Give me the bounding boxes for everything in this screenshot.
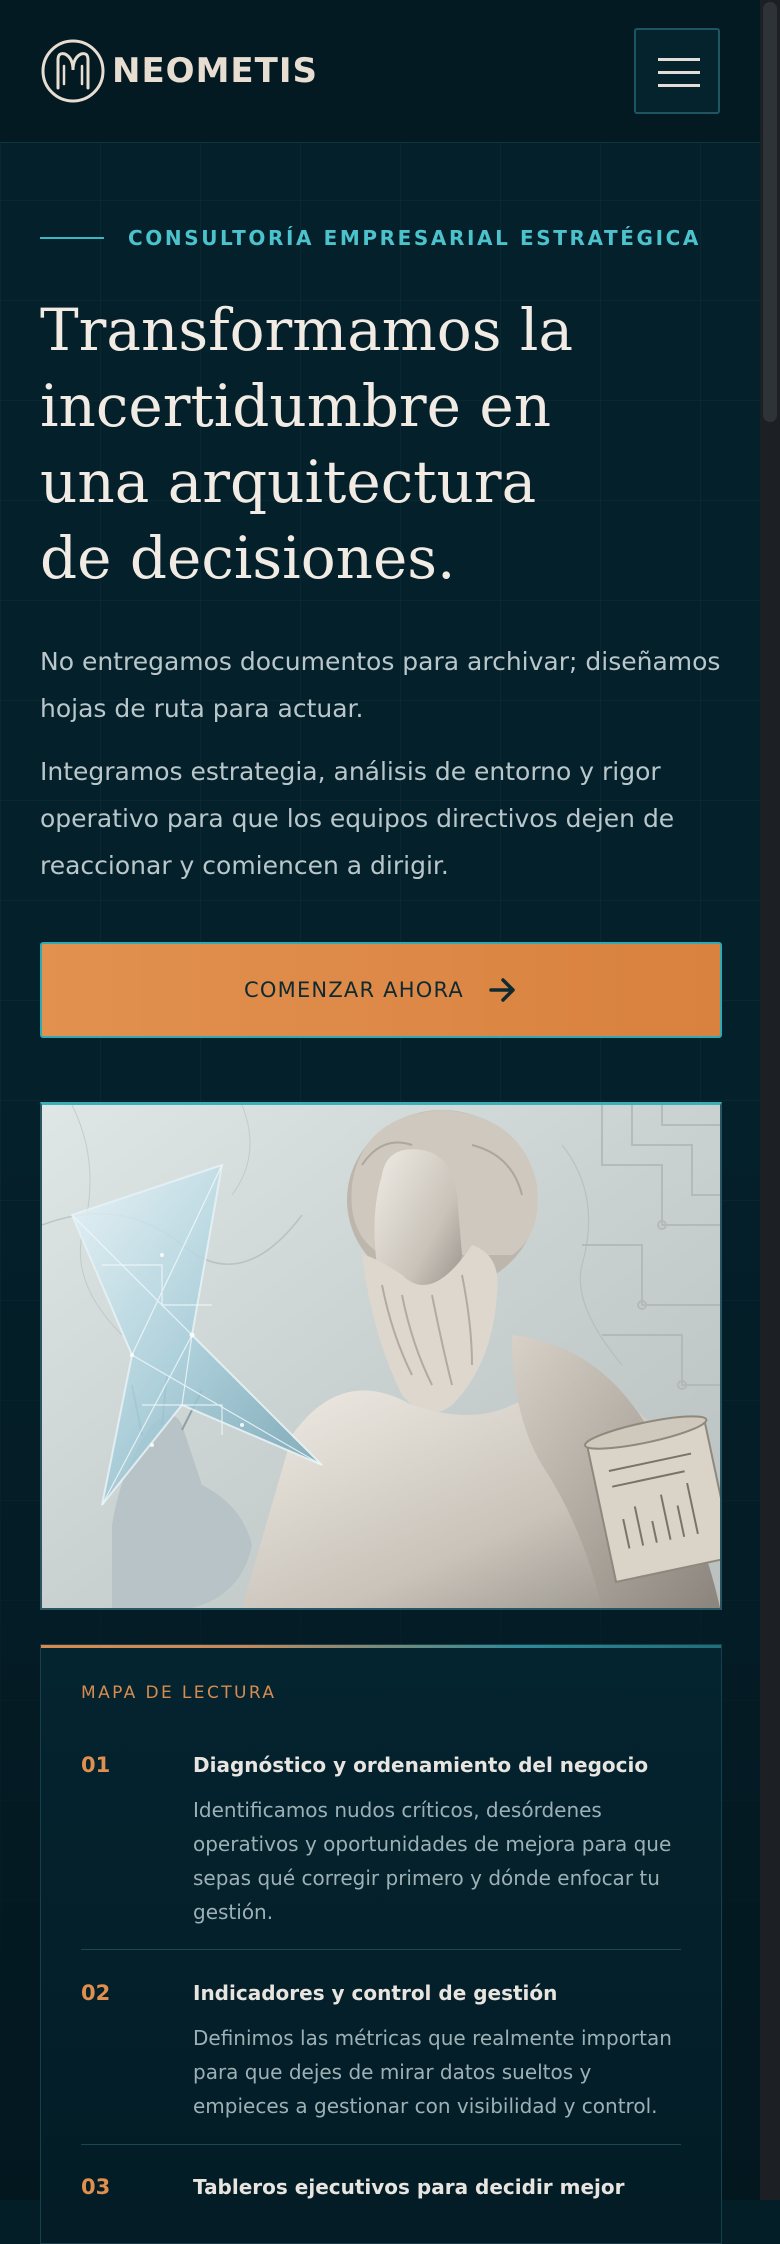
reading-map-item[interactable]: 01 Diagnóstico y ordenamiento del negoci…: [81, 1753, 681, 1943]
item-description-line: Definimos las métricas que realmente imp…: [193, 2026, 672, 2050]
hero-image: [40, 1102, 722, 1610]
item-description-line: para que dejes de mirar datos sueltos y: [193, 2060, 592, 2084]
lead-line: Integramos estrategia, análisis de entor…: [40, 757, 661, 786]
item-description: Definimos las métricas que realmente imp…: [193, 2021, 681, 2123]
neometis-logo-icon: [41, 39, 105, 103]
marble-statue-with-crystal-star-image: [42, 1105, 720, 1608]
hero-title-line: de decisiones.: [40, 524, 456, 592]
item-description-line: empieces a gestionar con visibilidad y c…: [193, 2094, 658, 2118]
reading-map-item[interactable]: 02 Indicadores y control de gestión Defi…: [81, 1981, 681, 2141]
item-description-line: operativos y oportunidades de mejora par…: [193, 1832, 672, 1856]
item-number: 03: [81, 2175, 111, 2199]
hero-eyebrow: CONSULTORÍA EMPRESARIAL ESTRATÉGICA: [40, 226, 701, 250]
item-divider: [81, 1949, 681, 1950]
item-title: Diagnóstico y ordenamiento del negocio: [193, 1753, 649, 1777]
hero-title-line: Transformamos la: [40, 296, 574, 364]
item-number: 01: [81, 1753, 111, 1777]
menu-bar-middle: [658, 71, 700, 74]
item-description-line: sepas qué corregir primero y dónde enfoc…: [193, 1866, 660, 1890]
reading-map-card: MAPA DE LECTURA 01 Diagnóstico y ordenam…: [40, 1644, 722, 2244]
start-now-button[interactable]: COMENZAR AHORA: [40, 942, 722, 1038]
hero-title-line: una arquitectura: [40, 448, 537, 516]
item-number: 02: [81, 1981, 111, 2005]
site-header: NEOMETIS: [0, 0, 760, 143]
brand-name: NEOMETIS: [112, 51, 318, 91]
page: NEOMETIS CONSULTORÍA EMPRESARIAL ESTRATÉ…: [0, 0, 760, 2244]
hero-title: Transformamos la incertidumbre en una ar…: [40, 292, 680, 596]
item-description: Identificamos nudos críticos, desórdenes…: [193, 1793, 681, 1929]
eyebrow-text: CONSULTORÍA EMPRESARIAL ESTRATÉGICA: [128, 226, 701, 250]
lead-line: reaccionar y comiencen a dirigir.: [40, 851, 449, 880]
reading-map-heading: MAPA DE LECTURA: [81, 1683, 277, 1703]
lead-line: operativo para que los equipos directivo…: [40, 804, 675, 833]
eyebrow-rule: [40, 237, 104, 239]
arrow-right-icon: [489, 978, 515, 1002]
item-description-line: Identificamos nudos críticos, desórdenes: [193, 1798, 602, 1822]
brand-logo[interactable]: NEOMETIS: [40, 38, 318, 104]
item-title: Tableros ejecutivos para decidir mejor: [193, 2175, 625, 2199]
card-accent-line: [41, 1645, 721, 1648]
menu-bar-bottom: [658, 84, 700, 87]
hero-title-line: incertidumbre en: [40, 372, 552, 440]
lead-line: No entregamos documentos para archivar; …: [40, 647, 721, 676]
hero-lead-1: No entregamos documentos para archivar; …: [40, 638, 730, 732]
item-description-line: gestión.: [193, 1900, 274, 1924]
item-title: Indicadores y control de gestión: [193, 1981, 558, 2005]
lead-line: hojas de ruta para actuar.: [40, 694, 364, 723]
start-now-label: COMENZAR AHORA: [244, 978, 464, 1002]
menu-bar-top: [658, 58, 700, 61]
menu-button[interactable]: [634, 28, 720, 114]
reading-map-item[interactable]: 03 Tableros ejecutivos para decidir mejo…: [81, 2175, 681, 2215]
scrollbar-thumb[interactable]: [763, 2, 777, 422]
item-divider: [81, 2144, 681, 2145]
hero-lead-2: Integramos estrategia, análisis de entor…: [40, 748, 730, 889]
